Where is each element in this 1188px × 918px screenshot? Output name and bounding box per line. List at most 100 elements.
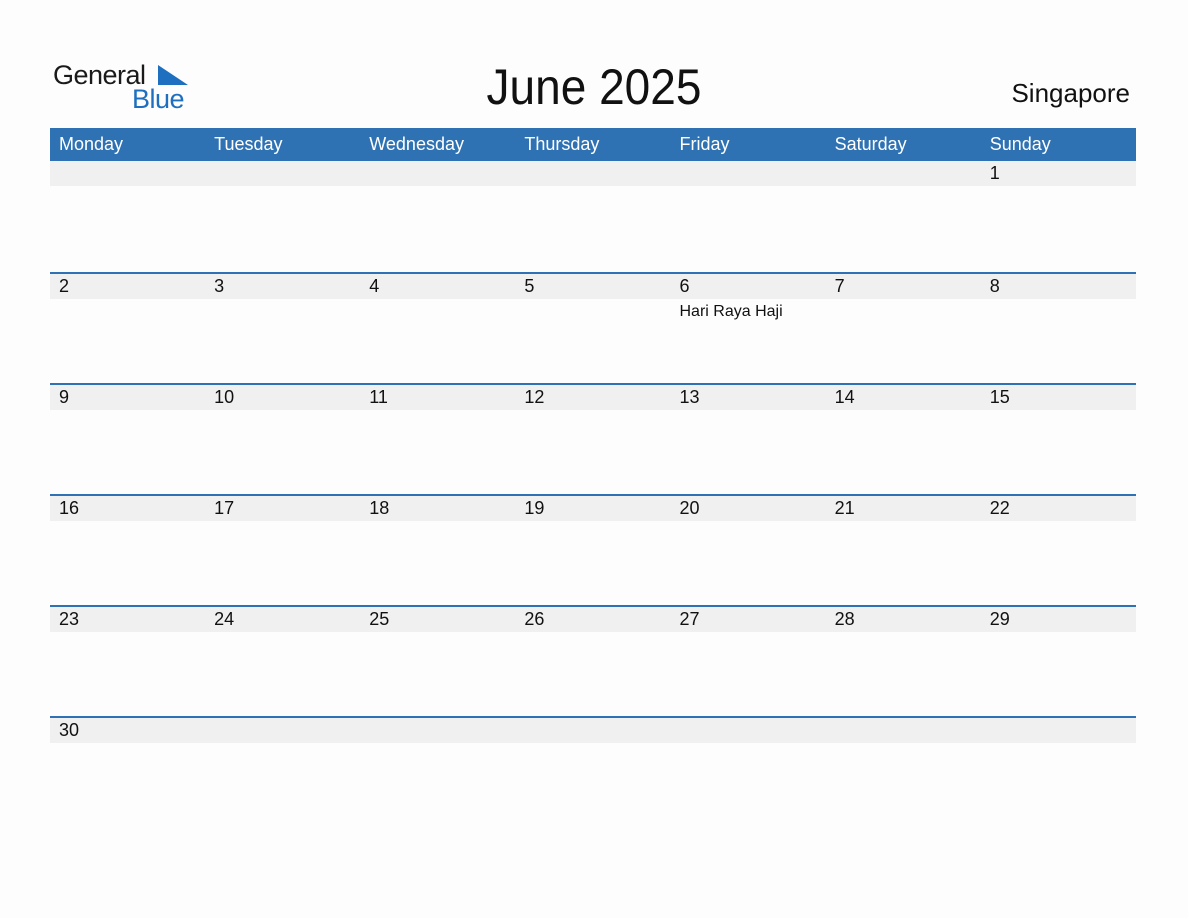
day-number xyxy=(360,718,515,743)
day-number: 10 xyxy=(214,387,235,407)
holiday-event xyxy=(205,410,360,414)
day-number xyxy=(826,161,981,186)
day-number: 25 xyxy=(369,609,390,629)
holiday-event xyxy=(360,521,515,525)
day-number xyxy=(360,161,515,186)
holiday-event xyxy=(671,632,826,636)
holiday-event xyxy=(205,632,360,636)
date-band: 2 3 4 5 6 7 8 xyxy=(50,274,1136,299)
weekday-saturday: Saturday xyxy=(834,134,907,154)
day-number: 8 xyxy=(989,276,1000,296)
holiday-event: Hari Raya Haji xyxy=(679,303,783,320)
day-number: 6 xyxy=(679,276,690,296)
date-band: 1 xyxy=(50,161,1136,186)
day-number xyxy=(205,161,360,186)
day-number: 9 xyxy=(59,387,70,407)
holiday-event xyxy=(50,632,205,636)
holiday-event xyxy=(826,186,981,190)
calendar-week: 1 xyxy=(50,161,1136,272)
holiday-event xyxy=(360,299,515,321)
day-number: 30 xyxy=(59,720,80,740)
holiday-event xyxy=(50,299,205,321)
holiday-event xyxy=(981,299,1136,321)
weekday-sunday: Sunday xyxy=(989,134,1051,154)
weekday-thursday: Thursday xyxy=(524,134,600,154)
holiday-event xyxy=(826,743,981,747)
holiday-event xyxy=(826,410,981,414)
holiday-event xyxy=(671,521,826,525)
holiday-event xyxy=(826,521,981,525)
holiday-event xyxy=(826,299,981,321)
day-number: 3 xyxy=(214,276,225,296)
country-label: Singapore xyxy=(1011,78,1130,108)
holiday-event xyxy=(671,410,826,414)
day-number: 15 xyxy=(989,387,1010,407)
holiday-event xyxy=(981,521,1136,525)
holiday-event xyxy=(205,299,360,321)
holiday-event xyxy=(515,410,670,414)
holiday-event xyxy=(50,743,205,747)
events-row xyxy=(50,743,1136,747)
date-band: 9 10 11 12 13 14 15 xyxy=(50,385,1136,410)
day-number xyxy=(981,718,1136,743)
day-number: 23 xyxy=(59,609,80,629)
date-band: 16 17 18 19 20 21 22 xyxy=(50,496,1136,521)
holiday-event xyxy=(981,743,1136,747)
events-row xyxy=(50,632,1136,636)
holiday-event xyxy=(671,743,826,747)
day-number: 4 xyxy=(369,276,380,296)
events-row: Hari Raya Haji xyxy=(50,299,1136,321)
calendar-title: June 2025 xyxy=(486,59,702,115)
day-number: 2 xyxy=(59,276,70,296)
day-number xyxy=(50,161,205,186)
weekday-tuesday: Tuesday xyxy=(214,134,283,154)
day-number: 13 xyxy=(679,387,700,407)
day-number: 7 xyxy=(834,276,845,296)
holiday-event xyxy=(50,521,205,525)
day-number: 19 xyxy=(524,498,545,518)
day-number: 27 xyxy=(679,609,700,629)
day-number: 28 xyxy=(834,609,855,629)
holiday-event xyxy=(826,632,981,636)
day-number: 14 xyxy=(834,387,855,407)
day-number: 5 xyxy=(524,276,535,296)
calendar-week: 30 xyxy=(50,716,1136,827)
day-number xyxy=(671,718,826,743)
day-number: 16 xyxy=(59,498,80,518)
day-number xyxy=(515,161,670,186)
day-number xyxy=(826,718,981,743)
day-number: 22 xyxy=(989,498,1010,518)
day-number: 1 xyxy=(989,163,1000,183)
holiday-event xyxy=(515,632,670,636)
date-band: 23 24 25 26 27 28 29 xyxy=(50,607,1136,632)
day-number: 17 xyxy=(214,498,235,518)
holiday-event xyxy=(981,632,1136,636)
holiday-event xyxy=(205,521,360,525)
events-row xyxy=(50,186,1136,190)
day-number xyxy=(515,718,670,743)
calendar-week: 9 10 11 12 13 14 15 xyxy=(50,383,1136,494)
holiday-event xyxy=(515,186,670,190)
day-number xyxy=(205,718,360,743)
holiday-event xyxy=(981,186,1136,190)
holiday-event xyxy=(50,186,205,190)
day-number: 21 xyxy=(834,498,855,518)
holiday-event xyxy=(360,410,515,414)
calendar-week: 23 24 25 26 27 28 29 xyxy=(50,605,1136,716)
day-number xyxy=(671,161,826,186)
weekday-wednesday: Wednesday xyxy=(369,134,464,154)
day-number: 12 xyxy=(524,387,545,407)
weekday-friday: Friday xyxy=(679,134,730,154)
day-number: 24 xyxy=(214,609,235,629)
events-row xyxy=(50,410,1136,414)
day-number: 20 xyxy=(679,498,700,518)
day-number: 11 xyxy=(369,387,388,407)
holiday-event xyxy=(515,743,670,747)
events-row xyxy=(50,521,1136,525)
holiday-event xyxy=(360,743,515,747)
holiday-event xyxy=(360,186,515,190)
calendar-week: 16 17 18 19 20 21 22 xyxy=(50,494,1136,605)
weekday-header: Monday Tuesday Wednesday Thursday Friday Satu… xyxy=(50,128,1136,161)
holiday-event xyxy=(205,743,360,747)
day-number: 29 xyxy=(989,609,1010,629)
